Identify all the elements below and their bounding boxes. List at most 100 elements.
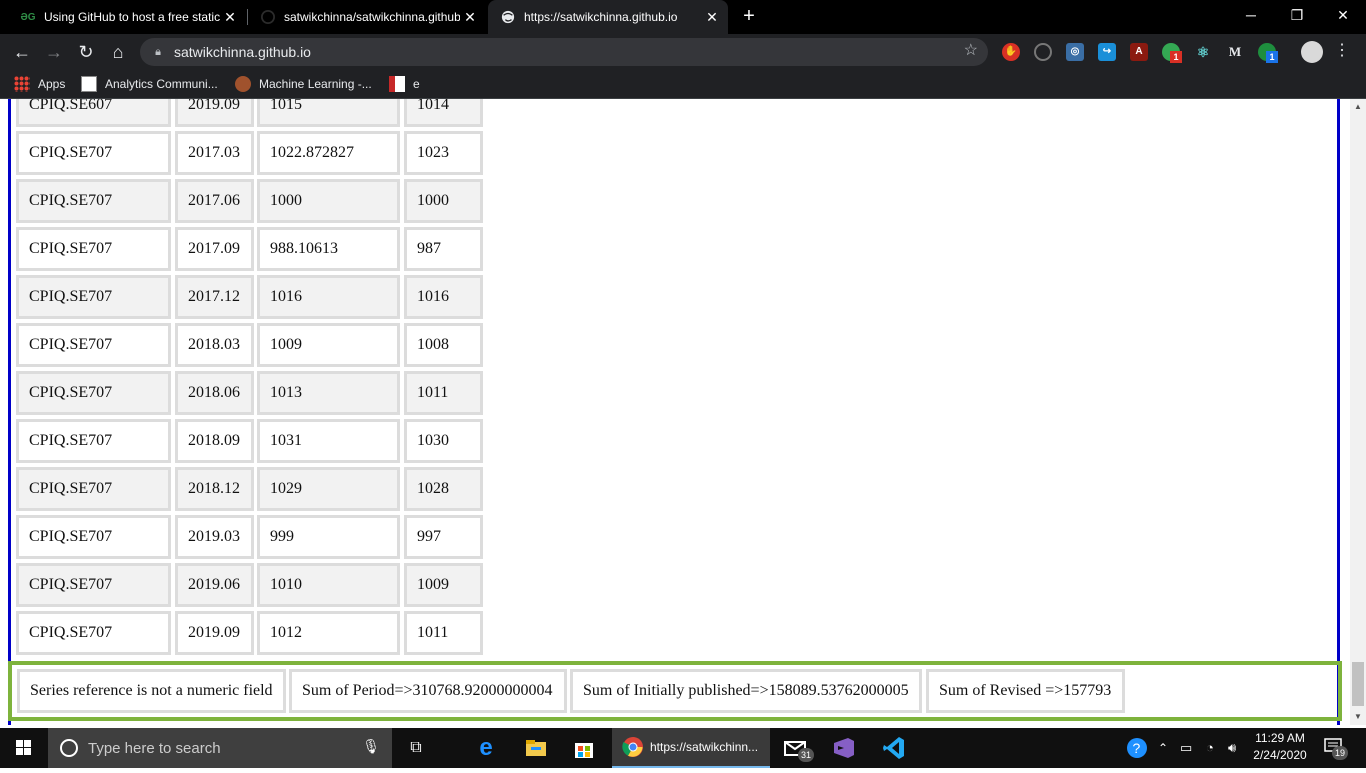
tab-active-site[interactable]: https://satwikchinna.github.io ✕ xyxy=(488,0,728,34)
initial-cell: 1013 xyxy=(257,371,400,415)
table-row: CPIQ.SE707 2019.06 1010 1009 xyxy=(16,563,486,611)
bookmark-label: Analytics Communi... xyxy=(105,77,218,91)
period-cell: 2019.09 xyxy=(175,611,254,655)
revised-cell: 1000 xyxy=(404,179,483,223)
vscode-icon[interactable] xyxy=(880,734,908,762)
taskbar-chrome-button[interactable]: https://satwikchinn... xyxy=(612,728,770,768)
revised-cell: 1030 xyxy=(404,419,483,463)
sync-extension-icon[interactable] xyxy=(1034,43,1052,61)
wifi-icon[interactable]: ◔ xyxy=(1206,728,1214,768)
close-tab-icon[interactable]: ✕ xyxy=(702,9,722,26)
new-tab-button[interactable]: + xyxy=(738,4,760,30)
notification-center-icon[interactable]: 19 xyxy=(1324,738,1348,760)
windows-taskbar: Type here to search 🎙︎ ⧉ e https://satwi… xyxy=(0,728,1366,768)
revised-cell: 997 xyxy=(404,515,483,559)
revised-cell: 1016 xyxy=(404,275,483,319)
period-cell: 2017.03 xyxy=(175,131,254,175)
medium-extension-icon[interactable]: M xyxy=(1226,43,1244,61)
table-row: CPIQ.SE707 2017.06 1000 1000 xyxy=(16,179,486,227)
volume-icon[interactable]: 🔊︎ xyxy=(1228,728,1236,768)
chrome-icon xyxy=(622,737,643,757)
react-extension-icon[interactable]: ⚛ xyxy=(1194,43,1212,61)
close-tab-icon[interactable]: ✕ xyxy=(460,9,480,26)
initial-cell: 1009 xyxy=(257,323,400,367)
revised-cell: 1008 xyxy=(404,323,483,367)
summary-panel: Series reference is not a numeric field … xyxy=(8,661,1342,721)
adblock-extension-icon[interactable]: ✋ xyxy=(1002,43,1020,61)
period-cell: 2018.03 xyxy=(175,323,254,367)
series-cell: CPIQ.SE707 xyxy=(16,515,171,559)
initial-cell: 988.10613 xyxy=(257,227,400,271)
scroll-down-arrow-icon[interactable]: ▼ xyxy=(1350,709,1366,725)
mail-badge: 31 xyxy=(798,748,814,762)
tab-github[interactable]: satwikchinna/satwikchinna.github ✕ xyxy=(248,0,486,34)
edge-icon[interactable]: e xyxy=(472,734,500,762)
forward-arrow-icon[interactable]: → xyxy=(40,38,68,66)
scroll-up-arrow-icon[interactable]: ▲ xyxy=(1350,99,1366,115)
series-cell: CPIQ.SE707 xyxy=(16,419,171,463)
table-row: CPIQ.SE707 2019.09 1012 1011 xyxy=(16,611,486,659)
period-cell: 2019.09 xyxy=(175,99,254,127)
visual-studio-icon[interactable] xyxy=(830,734,858,762)
help-icon[interactable]: ? xyxy=(1126,737,1150,759)
bookmark-ml[interactable]: Machine Learning -... xyxy=(235,75,372,93)
initial-cell: 1016 xyxy=(257,275,400,319)
geeksforgeeks-icon: ƏG xyxy=(20,11,36,23)
close-tab-icon[interactable]: ✕ xyxy=(220,9,240,26)
sum-initial-cell: Sum of Initially published=>158089.53762… xyxy=(570,669,922,713)
show-hidden-icons-icon[interactable]: ⌃ xyxy=(1158,728,1168,768)
tab-strip: ƏG Using GitHub to host a free static ✕ … xyxy=(0,0,1366,34)
series-cell: CPIQ.SE707 xyxy=(16,275,171,319)
store-icon[interactable] xyxy=(570,734,598,762)
initial-cell: 1022.872827 xyxy=(257,131,400,175)
revised-cell: 1009 xyxy=(404,563,483,607)
period-cell: 2019.06 xyxy=(175,563,254,607)
profile-avatar[interactable] xyxy=(1301,41,1323,63)
lock-icon[interactable]: 🔒︎ xyxy=(150,46,166,59)
address-bar[interactable]: 🔒︎ satwikchinna.github.io ☆ xyxy=(140,38,988,66)
battery-icon[interactable]: ▭ xyxy=(1180,728,1192,768)
close-window-button[interactable]: ✕ xyxy=(1320,0,1366,30)
windows-logo-icon xyxy=(16,740,31,755)
bookmark-star-icon[interactable]: ☆ xyxy=(964,40,978,60)
minimize-button[interactable]: ─ xyxy=(1228,0,1274,30)
home-icon[interactable]: ⌂ xyxy=(104,38,132,66)
back-arrow-icon[interactable]: ← xyxy=(8,38,36,66)
initial-cell: 1031 xyxy=(257,419,400,463)
bookmark-analytics[interactable]: Analytics Communi... xyxy=(81,75,218,93)
initial-cell: 1000 xyxy=(257,179,400,223)
ml-icon xyxy=(235,76,251,92)
chat-extension-icon[interactable]: 1 xyxy=(1258,43,1278,63)
taskbar-clock[interactable]: 11:29 AM 2/24/2020 xyxy=(1246,730,1314,764)
start-button[interactable] xyxy=(0,728,48,768)
file-explorer-icon[interactable] xyxy=(522,734,550,762)
microphone-icon[interactable]: 🎙︎ xyxy=(362,738,380,755)
apps-grid-icon xyxy=(14,76,30,92)
taskbar-search[interactable]: Type here to search 🎙︎ xyxy=(48,728,392,768)
more-menu-icon[interactable]: ⋮ xyxy=(1334,40,1350,60)
reload-icon[interactable]: ↻ xyxy=(72,38,100,66)
camera-extension-icon[interactable]: ◎ xyxy=(1066,43,1084,61)
series-cell: CPIQ.SE707 xyxy=(16,227,171,271)
period-cell: 2018.12 xyxy=(175,467,254,511)
revised-cell: 1028 xyxy=(404,467,483,511)
task-view-icon[interactable]: ⧉ xyxy=(402,734,430,762)
clock-date: 2/24/2020 xyxy=(1253,748,1307,762)
bookmark-apps[interactable]: Apps xyxy=(14,75,65,93)
revised-cell: 987 xyxy=(404,227,483,271)
taskbar-chrome-label: https://satwikchinn... xyxy=(650,740,759,754)
bookmark-e[interactable]: e xyxy=(389,75,420,93)
period-cell: 2017.12 xyxy=(175,275,254,319)
pdf-extension-icon[interactable]: A xyxy=(1130,43,1148,61)
table-row: CPIQ.SE707 2018.09 1031 1030 xyxy=(16,419,486,467)
initial-cell: 999 xyxy=(257,515,400,559)
vertical-scrollbar[interactable]: ▲ ▼ xyxy=(1350,99,1366,725)
revised-cell: 1014 xyxy=(404,99,483,127)
grammar-extension-icon[interactable]: 1 xyxy=(1162,43,1182,63)
tab-gfg[interactable]: ƏG Using GitHub to host a free static ✕ xyxy=(8,0,246,34)
share-extension-icon[interactable]: ↪ xyxy=(1098,43,1116,61)
mail-icon[interactable]: 31 xyxy=(782,734,814,762)
scroll-thumb[interactable] xyxy=(1352,662,1364,706)
tab-title: Using GitHub to host a free static xyxy=(44,10,220,24)
maximize-button[interactable]: ❐ xyxy=(1274,0,1320,30)
